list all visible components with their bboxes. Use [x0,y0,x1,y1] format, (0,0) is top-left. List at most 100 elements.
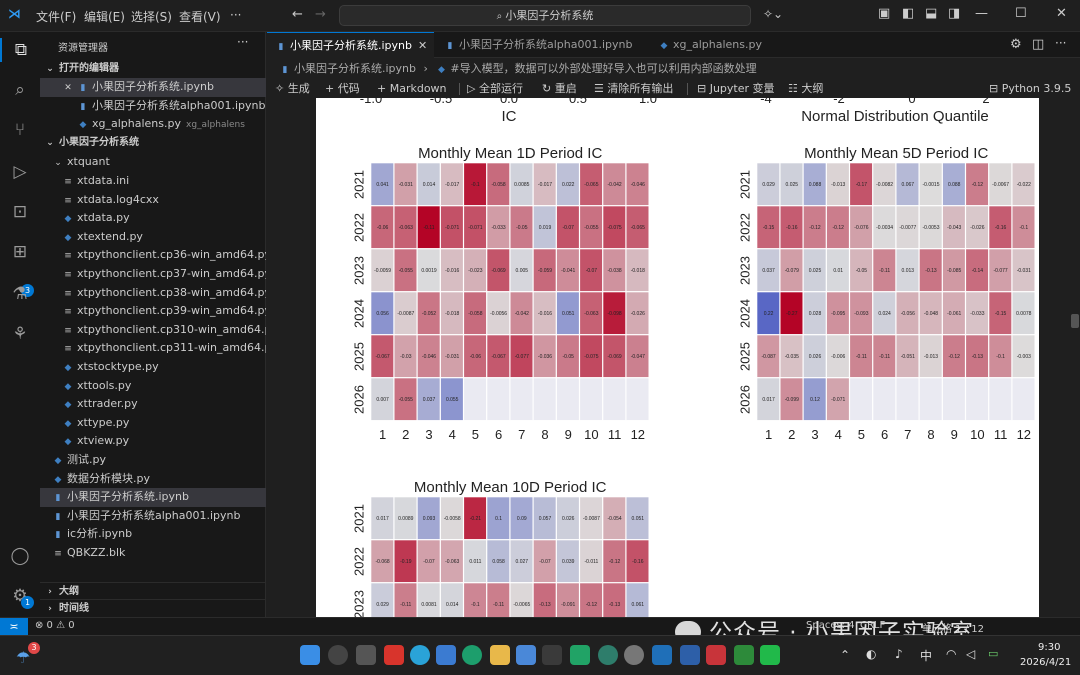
file-item[interactable]: ≡ xtpythonclient.cp311-win_amd64.pyd [40,339,266,358]
remote-indicator[interactable]: ≍ [0,618,28,636]
battery-icon[interactable]: ▭ [988,647,998,660]
tab-xg-alphalens[interactable]: ◆ xg_alphalens.py [650,32,810,58]
mail-icon[interactable] [436,645,456,665]
open-editors-header[interactable]: ⌄ 打开的编辑器 [40,60,266,79]
project-header[interactable]: ⌄ 小果因子分析系统 [40,134,266,153]
menu-selection[interactable]: 选择(S) [131,8,172,25]
restart-button[interactable]: ↻ 重启 [542,80,577,98]
task-view-icon[interactable] [356,645,376,665]
remote-explorer-icon[interactable]: ⊡ [8,200,32,224]
copilot-icon[interactable]: ✧⌄ [763,7,783,21]
tab-more-icon[interactable]: ··· [1055,36,1066,50]
file-item[interactable]: ≡ xtdata.ini [40,172,266,191]
tab-alpha001-notebook[interactable]: ▮ 小果因子分析系统alpha001.ipynb [436,32,648,58]
add-markdown-button[interactable]: + Markdown [377,80,447,98]
open-editor-item[interactable]: ✕ ▮ 小果因子分析系统.ipynb [40,78,266,97]
store-icon[interactable] [516,645,536,665]
vscode-taskbar-icon[interactable] [652,645,672,665]
timeline-header[interactable]: › 时间线 [40,599,266,618]
file-item[interactable]: ◆ xttrader.py [40,395,266,414]
toggle-sidebar-icon[interactable]: ◧ [902,6,914,21]
breadcrumb-file[interactable]: 小果因子分析系统.ipynb [294,62,416,75]
account-icon[interactable]: ◯ [8,544,32,568]
editor-scrollbar-thumb[interactable] [1071,314,1079,328]
menu-view[interactable]: 查看(V) [179,8,221,25]
file-item[interactable]: ▮ 小果因子分析系统.ipynb [40,488,266,507]
layout-icon[interactable]: ▣ [878,6,890,21]
clock-date[interactable]: 2026/4/21 [1020,657,1071,668]
back-arrow-icon[interactable]: ← [292,7,303,22]
split-editor-icon[interactable]: ◫ [1032,37,1044,52]
command-center-search[interactable]: ⌕ 小果因子分析系统 [339,5,751,26]
generate-button[interactable]: ✧ 生成 [275,80,310,98]
toggle-aux-icon[interactable]: ◨ [948,6,960,21]
maximize-icon[interactable]: ☐ [1015,6,1027,21]
wifi-icon[interactable]: ◠ [946,647,956,661]
outline-button[interactable]: ☷ 大纲 [788,80,823,98]
add-code-button[interactable]: + 代码 [325,80,360,98]
run-debug-icon[interactable]: ▷ [8,160,32,184]
minimize-icon[interactable]: — [975,6,988,21]
file-item[interactable]: ≡ xtpythonclient.cp37-win_amd64.pyd [40,265,266,284]
clock-time[interactable]: 9:30 [1038,642,1060,653]
close-editor-icon[interactable]: ✕ [62,79,74,97]
file-item[interactable]: ≡ xtpythonclient.cp39-win_amd64.pyd [40,302,266,321]
testing-icon[interactable]: ⚗ [8,282,32,306]
file-item[interactable]: ◆ xttype.py [40,414,266,433]
edge-icon[interactable] [410,645,430,665]
file-item[interactable]: ◆ xttools.py [40,377,266,396]
file-item[interactable]: ◆ xtextend.py [40,228,266,247]
file-item[interactable]: ◆ xtdata.py [40,209,266,228]
file-explorer-icon[interactable] [490,645,510,665]
file-item[interactable]: ◆ 测试.py [40,451,266,470]
explorer-more-icon[interactable]: ··· [237,35,248,49]
red-app-icon[interactable] [706,645,726,665]
tab-close-icon[interactable]: ✕ [418,39,427,52]
file-item[interactable]: ▮ ic分析.ipynb [40,525,266,544]
globe-icon[interactable] [598,645,618,665]
jupyter-variables-button[interactable]: ⊟ Jupyter 变量 [697,80,775,98]
green-app-icon[interactable] [570,645,590,665]
file-item[interactable]: ▮ 小果因子分析系统alpha001.ipynb [40,507,266,526]
tab-settings-icon[interactable]: ⚙ [1010,37,1022,52]
extensions-icon[interactable]: ⊞ [8,240,32,264]
forward-arrow-icon[interactable]: → [315,7,326,22]
close-icon[interactable]: ✕ [1056,6,1067,21]
run-all-button[interactable]: ▷ 全部运行 [467,80,523,98]
explorer-icon[interactable]: ⧉ [0,38,40,62]
menu-edit[interactable]: 编辑(E) [84,8,125,25]
file-item[interactable]: ≡ xtpythonclient.cp38-win_amd64.pyd [40,284,266,303]
m-app-icon[interactable] [680,645,700,665]
tray-app-icon[interactable]: ◐ [866,647,876,661]
file-item[interactable]: ≡ xtdata.log4cxx [40,191,266,210]
file-item[interactable]: ◆ 数据分析模块.py [40,470,266,489]
menu-file[interactable]: 文件(F) [36,8,76,25]
folder-xtquant[interactable]: ⌄ xtquant [40,153,266,172]
clear-outputs-button[interactable]: ☰ 清除所有输出 [594,80,673,98]
file-item[interactable]: ◆ xtstocktype.py [40,358,266,377]
file-item[interactable]: ≡ xtpythonclient.cp310-win_amd64.pyd [40,321,266,340]
app-icon[interactable] [542,645,562,665]
edge-dev-icon[interactable] [462,645,482,665]
start-icon[interactable] [300,645,320,665]
toggle-panel-icon[interactable]: ⬓ [925,6,937,21]
problems-indicator[interactable]: ⊗ 0 ⚠ 0 [35,620,75,631]
kernel-picker[interactable]: ⊟ Python 3.9.5 [989,80,1071,98]
wps-icon[interactable] [384,645,404,665]
open-editor-item[interactable]: ◆ xg_alphalens.py xg_alphalens [40,115,266,134]
menu-more[interactable]: ··· [230,8,241,22]
ime-indicator[interactable]: 中 [920,647,932,664]
outline-header[interactable]: › 大纲 [40,582,266,601]
chrome-icon[interactable] [624,645,644,665]
tab-main-notebook[interactable]: ▮ 小果因子分析系统.ipynb ✕ [267,32,434,58]
microphone-icon[interactable]: ♪ [895,647,903,661]
file-item[interactable]: ◆ xtview.py [40,432,266,451]
volume-icon[interactable]: ◁ [966,647,975,661]
open-editor-item[interactable]: ▮ 小果因子分析系统alpha001.ipynb [40,97,266,116]
source-control-icon[interactable]: ⑂ [8,118,32,142]
wechat-icon[interactable] [760,645,780,665]
tray-chevron-icon[interactable]: ⌃ [840,648,850,662]
python-icon[interactable]: ⚘ [8,322,32,346]
search-icon[interactable]: ⌕ [8,78,32,102]
file-item[interactable]: ≡ QBKZZ.blk [40,544,266,563]
